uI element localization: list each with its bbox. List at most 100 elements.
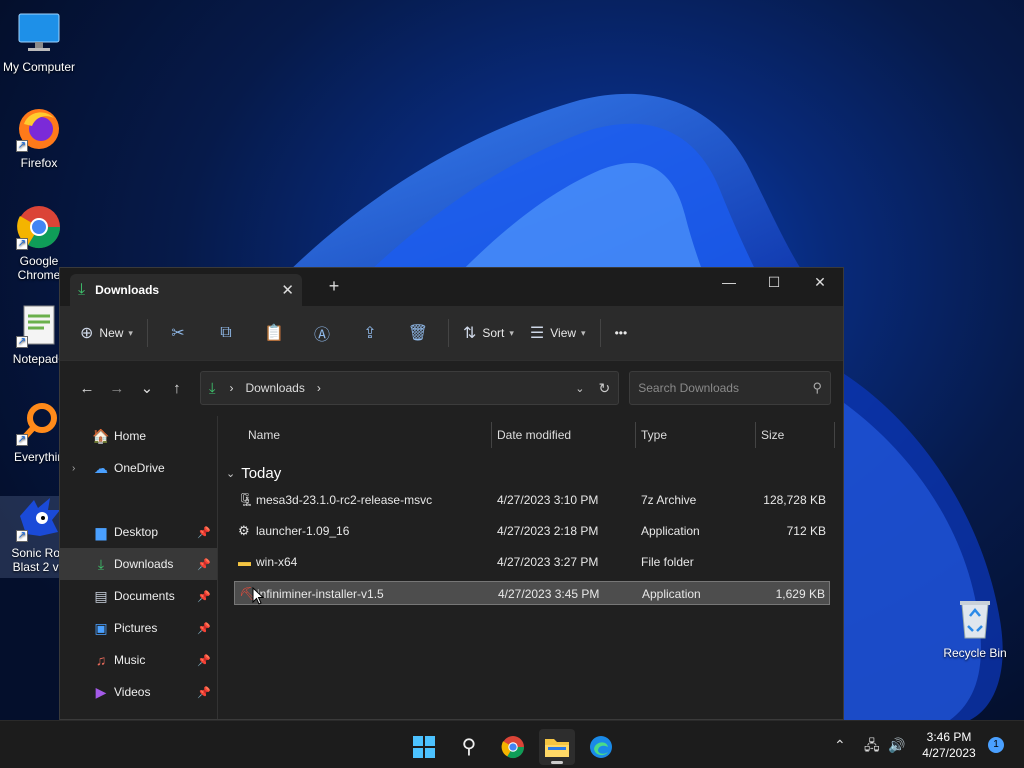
pin-icon: 📌	[197, 654, 211, 667]
up-arrow-icon[interactable]: ↑	[162, 380, 192, 397]
column-header-date[interactable]: Date modified	[491, 420, 571, 450]
notification-badge[interactable]: 1	[988, 737, 1004, 753]
search-input[interactable]	[638, 381, 813, 395]
recent-locations-chevron-icon[interactable]: ⌄	[132, 379, 162, 397]
nav-item-documents[interactable]: ▤ Documents 📌	[60, 580, 217, 612]
application-icon: ⚙	[238, 523, 250, 538]
explorer-body: 🏠 Home › ☁ OneDrive ▆ Desktop 📌 ⤓ Downlo…	[60, 416, 843, 719]
navigation-pane: 🏠 Home › ☁ OneDrive ▆ Desktop 📌 ⤓ Downlo…	[60, 416, 218, 719]
desktop-icon-label: Recycle Bin	[943, 646, 1007, 660]
breadcrumb-separator-icon[interactable]: ›	[229, 381, 233, 395]
chevron-down-icon: ⌄	[226, 467, 236, 480]
toolbar-divider	[599, 319, 601, 347]
file-type: File folder	[641, 555, 694, 569]
breadcrumb-separator-icon[interactable]: ›	[317, 381, 321, 395]
shortcut-arrow-icon: ↗	[16, 434, 28, 446]
nav-label: Music	[114, 653, 146, 667]
refresh-icon[interactable]: ↻	[599, 380, 611, 397]
cut-icon[interactable]: ✂	[154, 323, 202, 343]
plus-circle-icon: ⊕	[80, 325, 94, 342]
desktop-icon-my-computer[interactable]: My Computer	[0, 10, 78, 74]
column-header-type[interactable]: Type	[635, 420, 667, 450]
search-icon[interactable]: ⚲	[451, 729, 487, 765]
share-icon[interactable]: ⇪	[346, 323, 394, 343]
desktop-icon-recycle-bin[interactable]: Recycle Bin	[936, 596, 1014, 660]
file-date: 4/27/2023 2:18 PM	[497, 524, 599, 538]
show-hidden-icons-chevron-icon[interactable]: ⌃	[834, 721, 846, 768]
new-tab-button[interactable]: +	[322, 276, 346, 297]
breadcrumb-downloads[interactable]: Downloads	[245, 381, 304, 395]
search-icon[interactable]: ⚲	[812, 380, 822, 396]
maximize-button[interactable]: ☐	[751, 268, 797, 296]
clock[interactable]: 3:46 PM 4/27/2023	[914, 729, 984, 761]
table-row[interactable]: ▬ win-x64 4/27/2023 3:27 PM File folder	[234, 550, 830, 574]
column-header-size[interactable]: Size	[755, 420, 784, 450]
shortcut-arrow-icon: ↗	[16, 140, 28, 152]
taskbar-file-explorer[interactable]	[539, 729, 575, 765]
file-name: launcher-1.09_16	[256, 524, 350, 538]
monitor-icon	[16, 10, 62, 56]
table-row[interactable]: ⚙ launcher-1.09_16 4/27/2023 2:18 PM App…	[234, 519, 830, 543]
nav-item-home[interactable]: 🏠 Home	[60, 420, 217, 452]
address-history-chevron-icon[interactable]: ⌄	[575, 382, 584, 395]
sort-button[interactable]: ⇅ Sort ▾	[455, 317, 522, 349]
taskbar-edge[interactable]	[583, 729, 619, 765]
file-explorer-window: ⤓ Downloads ✕ + — ☐ ✕ ⊕ New ▾ ✂ ⧉ 📋 Ⓐ ⇪ …	[59, 267, 844, 720]
address-bar[interactable]: ⤓ › Downloads › ⌄ ↻	[199, 371, 620, 405]
file-date: 4/27/2023 3:45 PM	[498, 587, 600, 601]
tab-downloads[interactable]: ⤓ Downloads ✕	[70, 274, 302, 306]
chevron-down-icon: ▾	[581, 327, 586, 338]
forward-arrow-icon[interactable]: →	[102, 380, 132, 397]
notepad-icon: ↗	[16, 302, 62, 348]
copy-icon[interactable]: ⧉	[202, 324, 250, 342]
shortcut-arrow-icon: ↗	[16, 238, 28, 250]
table-row-selected[interactable]: ⛏ infiniminer-installer-v1.5 4/27/2023 3…	[234, 581, 830, 605]
close-button[interactable]: ✕	[797, 268, 843, 296]
folder-icon: ▬	[238, 554, 251, 569]
music-icon: ♫	[95, 652, 107, 668]
search-box[interactable]: ⚲	[629, 371, 831, 405]
desktop-folder-icon: ▆	[95, 523, 107, 540]
nav-label: Documents	[114, 589, 175, 603]
command-bar: ⊕ New ▾ ✂ ⧉ 📋 Ⓐ ⇪ 🗑 ⇅ Sort ▾ ☰ View ▾ ••…	[60, 306, 843, 361]
folder-icon	[545, 739, 569, 757]
file-name: win-x64	[256, 555, 298, 569]
table-row[interactable]: 🗜 mesa3d-23.1.0-rc2-release-msvc 4/27/20…	[234, 488, 830, 512]
expand-chevron-icon[interactable]: ›	[72, 463, 75, 474]
tab-title: Downloads	[95, 283, 160, 297]
sort-label: Sort	[482, 326, 505, 340]
close-tab-icon[interactable]: ✕	[281, 281, 294, 299]
nav-item-music[interactable]: ♫ Music 📌	[60, 644, 217, 676]
taskbar-chrome[interactable]	[495, 729, 531, 765]
group-header-today[interactable]: ⌄ Today	[218, 458, 843, 488]
rename-icon[interactable]: Ⓐ	[298, 321, 346, 345]
file-type: Application	[642, 587, 701, 601]
volume-icon[interactable]: 🔊	[888, 721, 905, 768]
nav-label: Downloads	[114, 557, 174, 571]
download-arrow-icon: ⤓	[208, 379, 216, 397]
nav-item-downloads[interactable]: ⤓ Downloads 📌	[60, 548, 217, 580]
file-date: 4/27/2023 3:10 PM	[497, 493, 599, 507]
wallpaper-bloom-right	[820, 360, 1003, 720]
nav-item-onedrive[interactable]: › ☁ OneDrive	[60, 452, 217, 484]
new-button[interactable]: ⊕ New ▾	[72, 317, 141, 349]
search-magnifier-icon: ↗	[16, 400, 62, 446]
column-header-name[interactable]: Name	[242, 420, 280, 450]
delete-icon[interactable]: 🗑	[394, 323, 442, 343]
pin-icon: 📌	[197, 526, 211, 539]
nav-item-pictures[interactable]: ▣ Pictures 📌	[60, 612, 217, 644]
start-button[interactable]	[406, 729, 442, 765]
chrome-icon: ↗	[16, 204, 62, 250]
taskbar: ⚲ ⌃ 🖧 🔊 3:46 PM 4/27/2023 1	[0, 720, 1024, 768]
view-button[interactable]: ☰ View ▾	[522, 317, 594, 349]
nav-item-videos[interactable]: ▶ Videos 📌	[60, 676, 217, 708]
desktop-icon-firefox[interactable]: ↗ Firefox	[0, 106, 78, 170]
toolbar-divider	[447, 319, 449, 347]
network-icon[interactable]: 🖧	[864, 721, 880, 768]
file-size: 128,728 KB	[763, 493, 826, 507]
more-options-button[interactable]: •••	[607, 317, 636, 349]
paste-icon[interactable]: 📋	[250, 323, 298, 343]
minimize-button[interactable]: —	[706, 268, 752, 296]
back-arrow-icon[interactable]: ←	[72, 380, 102, 397]
nav-item-desktop[interactable]: ▆ Desktop 📌	[60, 516, 217, 548]
